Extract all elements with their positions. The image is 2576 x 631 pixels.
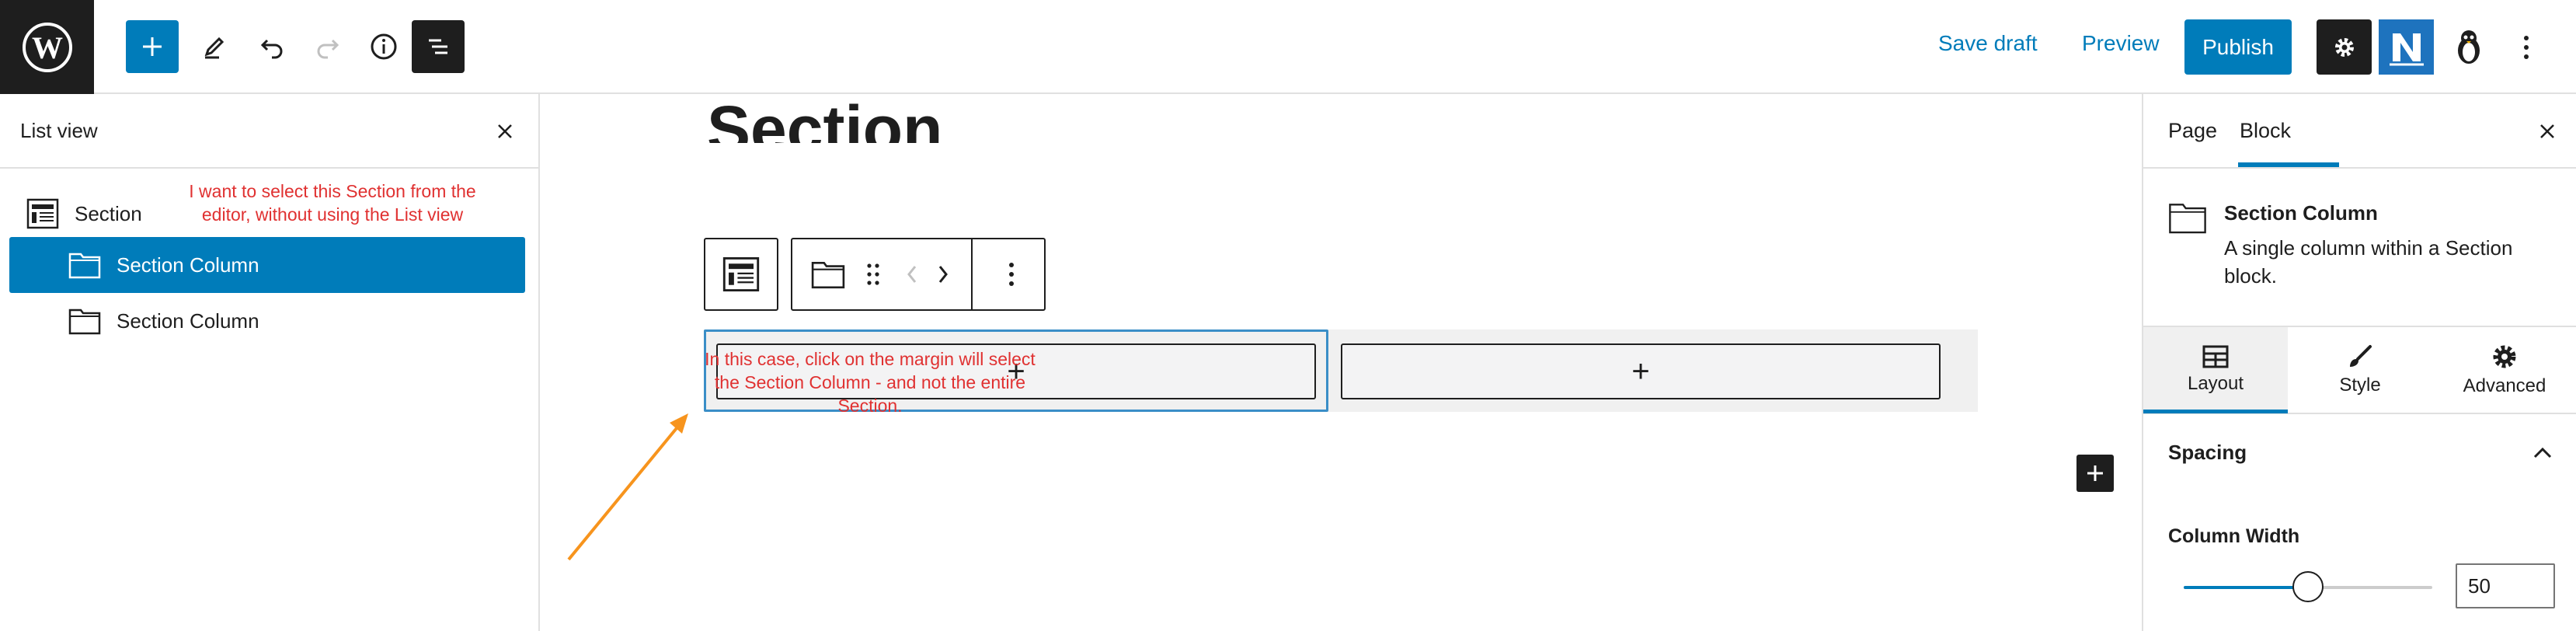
drag-handle[interactable] (859, 239, 887, 309)
sidebar-tabs: Page Block (2143, 94, 2576, 169)
column-width-label: Column Width (2168, 525, 2300, 547)
plus-icon (143, 37, 162, 56)
pencil-icon (204, 37, 225, 59)
list-view-panel: List view Section I want to select this … (0, 94, 540, 631)
redo-button[interactable] (301, 20, 354, 73)
move-right-button[interactable] (929, 239, 957, 309)
block-description: A single column within a Section block. (2224, 236, 2513, 288)
plus-icon: + (1631, 354, 1650, 389)
publish-button[interactable]: Publish (2184, 19, 2292, 75)
svg-text:W: W (32, 30, 63, 65)
annotation-arrow (567, 413, 688, 561)
close-icon (498, 124, 512, 138)
active-tab-indicator (2238, 162, 2339, 167)
tab-block[interactable]: Block (2240, 119, 2291, 143)
chevron-left-icon (907, 266, 917, 283)
tab-label: Layout (2187, 373, 2244, 394)
section-heading[interactable]: Section (707, 96, 942, 143)
list-view-icon (429, 39, 447, 54)
info-icon (371, 33, 397, 60)
list-item-label: Section Column (117, 253, 259, 277)
more-vertical-icon (1009, 263, 1014, 286)
list-view-title: List view (20, 119, 98, 142)
settings-button[interactable] (2317, 19, 2372, 75)
column-width-input[interactable]: 50 (2456, 563, 2555, 608)
list-item-label: Section Column (117, 309, 259, 333)
tab-layout[interactable]: Layout (2143, 327, 2288, 413)
slider-fill (2184, 586, 2308, 589)
block-type-button[interactable] (806, 239, 850, 309)
drag-handle-icon (867, 263, 879, 285)
undo-icon (260, 39, 283, 59)
list-item-section-column[interactable]: Section Column (9, 293, 525, 349)
wordpress-logo-icon: W (22, 22, 72, 72)
save-draft-button[interactable]: Save draft (1938, 31, 2038, 62)
gear-icon (2493, 345, 2516, 368)
section-block-icon (722, 257, 760, 291)
block-name: Section Column (2224, 201, 2378, 225)
block-options-button[interactable] (990, 239, 1033, 309)
tab-page[interactable]: Page (2168, 119, 2217, 143)
tab-label: Advanced (2463, 375, 2546, 396)
list-item-label: Section (75, 201, 142, 225)
tools-button[interactable] (188, 20, 241, 73)
more-vertical-icon (2524, 35, 2529, 59)
plus-icon (2087, 465, 2103, 481)
list-item-section-column-selected[interactable]: Section Column (9, 237, 525, 293)
n-plugin-icon (2389, 33, 2424, 65)
block-card: Section Column A single column within a … (2143, 169, 2576, 327)
n-plugin-button[interactable] (2379, 19, 2434, 75)
list-view-button[interactable] (412, 20, 465, 73)
preview-button[interactable]: Preview (2082, 31, 2160, 62)
list-item-section[interactable]: Section (25, 192, 142, 235)
add-block-appender[interactable]: + (1341, 343, 1941, 399)
annotation-note: I want to select this Section from the e… (189, 181, 476, 225)
panel-title: Spacing (2168, 441, 2247, 464)
settings-sidebar: Page Block Section Column A single colum… (2142, 94, 2576, 631)
details-button[interactable] (357, 20, 410, 73)
penguin-plugin-button[interactable] (2441, 19, 2496, 75)
undo-button[interactable] (245, 20, 298, 73)
block-inspector-tabs: Layout Style Advanced (2143, 327, 2576, 414)
annotation-note: In this case, click on the margin will s… (705, 349, 1036, 416)
spacing-panel-toggle[interactable]: Spacing (2143, 414, 2576, 492)
penguin-icon (2457, 30, 2480, 64)
close-icon (2540, 124, 2554, 138)
chevron-up-icon (2529, 439, 2557, 467)
folder-icon (67, 303, 103, 339)
editor-header: W Save draft Preview Publish (0, 0, 2576, 94)
active-tab-indicator (2143, 410, 2288, 413)
brush-icon (2350, 345, 2372, 367)
section-block-icon (25, 196, 61, 232)
folder-icon (811, 262, 845, 289)
inserter-button[interactable] (2076, 455, 2114, 492)
toolbar-divider (971, 239, 973, 309)
chevron-right-icon (938, 266, 948, 283)
folder-icon (67, 247, 103, 283)
gear-icon (2334, 37, 2354, 57)
close-sidebar-button[interactable] (2532, 116, 2563, 147)
redo-icon (317, 39, 339, 59)
tab-advanced[interactable]: Advanced (2432, 327, 2576, 413)
move-left-button[interactable] (898, 239, 926, 309)
block-toolbar (791, 238, 1046, 311)
tab-style[interactable]: Style (2288, 327, 2432, 413)
list-view-header: List view (0, 94, 538, 169)
tab-label: Style (2339, 375, 2381, 396)
wordpress-logo[interactable]: W (0, 0, 94, 94)
more-options-button[interactable] (2503, 19, 2550, 75)
table-icon (2202, 345, 2229, 368)
slider-thumb[interactable] (2292, 571, 2324, 602)
close-list-view-button[interactable] (489, 116, 520, 147)
block-parent-selector-button[interactable] (704, 238, 778, 311)
add-block-button[interactable] (126, 20, 179, 73)
folder-icon (2169, 204, 2206, 234)
